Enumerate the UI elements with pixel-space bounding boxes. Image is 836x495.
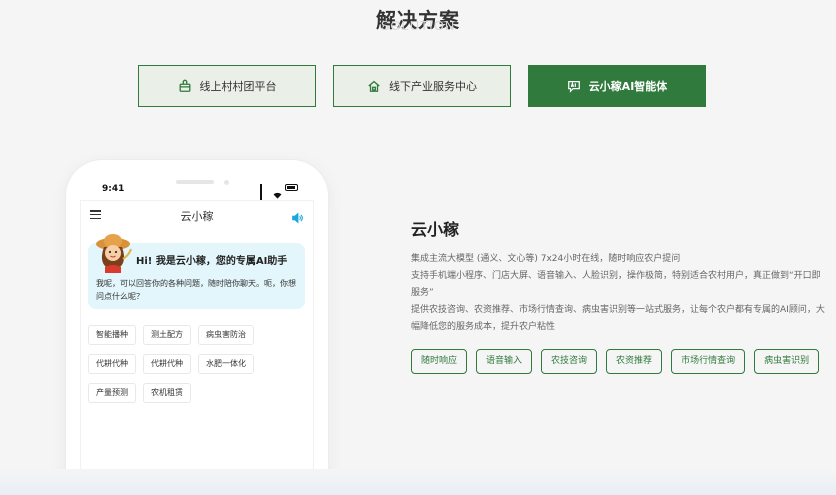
tab-label: 线上村村团平台 <box>199 80 277 93</box>
status-icons <box>260 184 298 204</box>
feature-tag[interactable]: 随时响应 <box>411 349 468 374</box>
greeting-title: Hi! 我是云小稼，您的专属AI助手 <box>136 256 288 267</box>
gift-bag-icon <box>178 79 192 93</box>
quick-topic-chip[interactable]: 产量预测 <box>88 383 136 403</box>
feature-tag[interactable]: 市场行情查询 <box>671 349 746 374</box>
tab-label: 云小稼AI智能体 <box>588 80 668 93</box>
phone-mockup: 9:41 云小稼 Hi! 我是云小稼，您的专属AI助手 我呢，可以回答你的各种问… <box>66 160 328 495</box>
quick-topic-chip[interactable]: 农机租赁 <box>143 383 191 403</box>
tab-label: 线下产业服务中心 <box>389 80 477 93</box>
quick-topic-list: 智能播种 测土配方 病虫害防治 代耕代种 代耕代种 水肥一体化 产量预测 农机租… <box>88 325 278 403</box>
status-time: 9:41 <box>102 184 125 194</box>
quick-topic-chip[interactable]: 代耕代种 <box>88 354 136 374</box>
assistant-avatar <box>93 231 133 273</box>
feature-tags: 随时响应 语音输入 农技咨询 农资推荐 市场行情查询 病虫害识别 <box>411 349 831 374</box>
greeting-body: 我呢，可以回答你的各种问题，随时陪你聊天。呃，你想问点什么呢？ <box>96 279 296 301</box>
quick-topic-chip[interactable]: 水肥一体化 <box>198 354 254 374</box>
feature-tag[interactable]: 农技咨询 <box>541 349 598 374</box>
feature-tag[interactable]: 病虫害识别 <box>754 349 820 374</box>
bottom-band <box>0 469 836 495</box>
app-header: 云小稼 <box>81 201 313 229</box>
phone-camera <box>224 180 229 185</box>
quick-topic-chip[interactable]: 病虫害防治 <box>198 325 254 345</box>
phone-speaker-slot <box>176 180 214 184</box>
quick-topic-chip[interactable]: 测土配方 <box>143 325 191 345</box>
chat-screen: 云小稼 Hi! 我是云小稼，您的专属AI助手 我呢，可以回答你的各种问题，随时陪… <box>80 200 314 495</box>
feature-desc-line: 集成主流大模型 (通义、文心等) 7x24小时在线，随时响应农户提问 <box>411 254 681 264</box>
speaker-icon[interactable] <box>291 209 303 224</box>
section-subtitle: SOLUTION <box>380 18 456 33</box>
battery-icon <box>285 184 298 191</box>
wifi-icon <box>273 184 282 199</box>
tab-ai-agent[interactable]: 云小稼AI智能体 <box>528 65 706 107</box>
signal-icon <box>260 184 270 204</box>
feature-tag[interactable]: 语音输入 <box>476 349 533 374</box>
quick-topic-chip[interactable]: 智能播种 <box>88 325 136 345</box>
quick-topic-chip[interactable]: 代耕代种 <box>143 354 191 374</box>
tab-offline-service-center[interactable]: 线下产业服务中心 <box>333 65 511 107</box>
solution-tabs: 线上村村团平台 线下产业服务中心 云小稼AI智能体 <box>138 65 706 107</box>
app-title: 云小稼 <box>180 210 214 223</box>
home-icon <box>367 79 381 93</box>
tab-online-village-platform[interactable]: 线上村村团平台 <box>138 65 316 107</box>
feature-desc-line: 提供农技咨询、农资推荐、市场行情查询、病虫害识别等一站式服务，让每个农户都有专属… <box>411 305 825 332</box>
feature-desc-line: 支持手机端小程序、门店大屏、语音输入、人脸识别，操作极简，特别适合农村用户，真正… <box>411 271 821 298</box>
feature-tag[interactable]: 农资推荐 <box>606 349 663 374</box>
ai-chat-icon <box>567 79 581 93</box>
feature-description: 集成主流大模型 (通义、文心等) 7x24小时在线，随时响应农户提问 支持手机端… <box>411 251 826 336</box>
greeting-bubble: Hi! 我是云小稼，您的专属AI助手 我呢，可以回答你的各种问题，随时陪你聊天。… <box>88 234 305 309</box>
feature-title: 云小稼 <box>411 220 460 239</box>
